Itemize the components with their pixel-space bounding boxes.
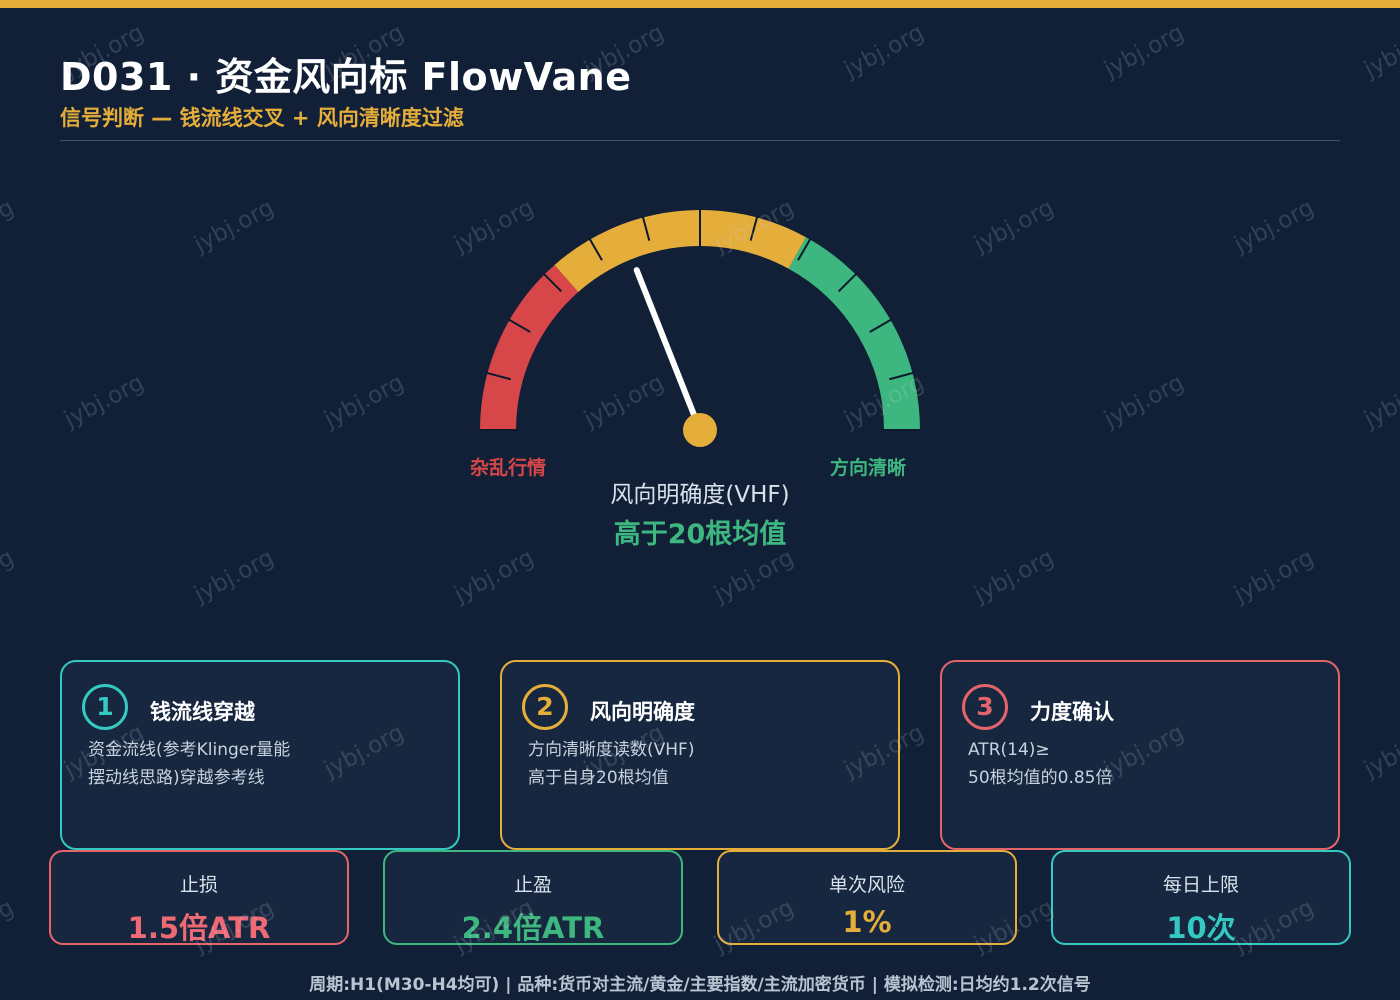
gauge-zone-red xyxy=(480,264,579,431)
card-desc-line: 高于自身20根均值 xyxy=(528,768,669,788)
gauge-value: 高于20根均值 xyxy=(613,519,787,550)
card-description: 资金流线(参考Klinger量能 摆动线思路)穿越参考线 xyxy=(88,736,428,792)
page-title: D031 · 资金风向标 FlowVane xyxy=(60,55,632,99)
card-desc-line: 方向清晰度读数(VHF) xyxy=(528,740,695,760)
stat-risk-per-trade: 单次风险 1% xyxy=(717,850,1017,945)
card-direction-clarity: 2 风向明确度 方向清晰度读数(VHF) 高于自身20根均值 xyxy=(500,660,900,850)
footer-note: 周期:H1(M30-H4均可) | 品种:货币对主流/黄金/主要指数/主流加密货… xyxy=(309,975,1091,995)
card-money-line-cross: 1 钱流线穿越 资金流线(参考Klinger量能 摆动线思路)穿越参考线 xyxy=(60,660,460,850)
card-description: ATR(14)≥ 50根均值的0.85倍 xyxy=(968,736,1308,792)
watermark-text: jybj.org xyxy=(1230,544,1319,608)
vhf-gauge xyxy=(478,208,922,447)
watermark-text: jybj.org xyxy=(840,19,929,83)
card-description: 方向清晰度读数(VHF) 高于自身20根均值 xyxy=(528,736,868,792)
watermark-text: jybj.org xyxy=(450,544,539,608)
stat-take-profit: 止盈 2.4倍ATR xyxy=(383,850,683,945)
card-title: 力度确认 xyxy=(1030,700,1114,724)
watermark-text: jybj.org xyxy=(1360,19,1400,83)
card-title: 钱流线穿越 xyxy=(150,700,255,724)
watermark-text: jybj.org xyxy=(1360,719,1400,783)
page-subtitle: 信号判断 — 钱流线交叉 + 风向清晰度过滤 xyxy=(60,106,464,130)
stat-value: 2.4倍ATR xyxy=(461,911,605,945)
watermark-text: jybj.org xyxy=(0,544,19,608)
card-strength-confirm: 3 力度确认 ATR(14)≥ 50根均值的0.85倍 xyxy=(940,660,1340,850)
gauge-zone-yellow xyxy=(554,210,806,293)
card-desc-line: 摆动线思路)穿越参考线 xyxy=(88,768,265,788)
watermark-text: jybj.org xyxy=(1100,19,1189,83)
stat-value: 10次 xyxy=(1166,911,1236,945)
watermark-text: jybj.org xyxy=(0,894,19,958)
card-desc-line: 50根均值的0.85倍 xyxy=(968,768,1113,788)
stat-value: 1% xyxy=(842,905,892,939)
gauge-needle xyxy=(633,267,703,433)
stat-label: 每日上限 xyxy=(1162,874,1239,896)
card-desc-line: ATR(14)≥ xyxy=(968,740,1050,760)
top-accent-bar xyxy=(0,0,1400,8)
stat-label: 单次风险 xyxy=(828,874,905,896)
stat-label: 止损 xyxy=(179,874,218,896)
step-number-badge: 1 xyxy=(82,684,128,730)
gauge-zones xyxy=(480,210,920,431)
stat-label: 止盈 xyxy=(513,874,552,896)
stat-value: 1.5倍ATR xyxy=(127,911,271,945)
watermark-text: jybj.org xyxy=(710,544,799,608)
step-number-badge: 2 xyxy=(522,684,568,730)
watermark-text: jybj.org xyxy=(970,544,1059,608)
watermark-text: jybj.org xyxy=(190,544,279,608)
step-number-badge: 3 xyxy=(962,684,1008,730)
card-desc-line: 资金流线(参考Klinger量能 xyxy=(88,740,291,760)
header-divider xyxy=(60,140,1340,141)
gauge-hub xyxy=(683,413,717,447)
stat-stop-loss: 止损 1.5倍ATR xyxy=(49,850,349,945)
gauge-caption: 风向明确度(VHF) xyxy=(610,482,790,508)
card-title: 风向明确度 xyxy=(590,700,695,724)
stat-daily-limit: 每日上限 10次 xyxy=(1051,850,1351,945)
